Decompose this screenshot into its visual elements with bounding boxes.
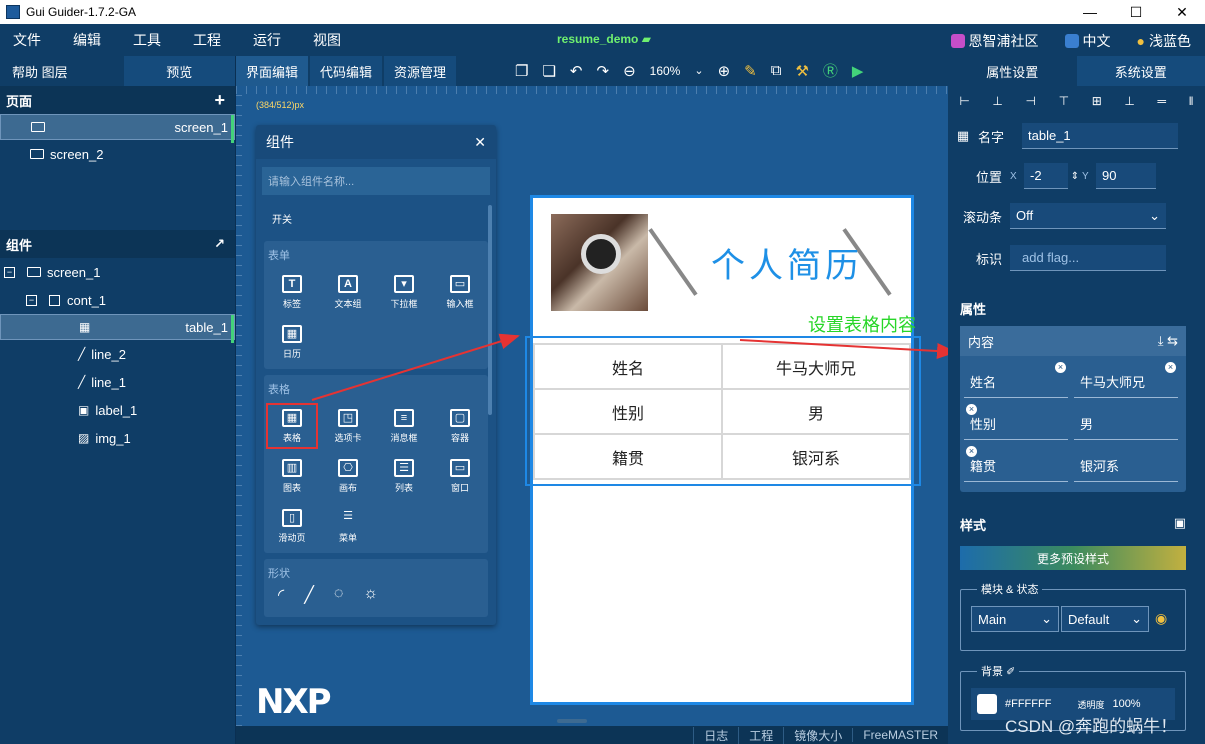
align-middle-icon[interactable]: ⊞ [1092,94,1102,108]
style-header: 样式 ▣ [960,515,1186,534]
cell-text: 姓名 [970,375,997,390]
chevron-down-icon: ⌄ [1131,611,1142,626]
module-state-group: 模块 & 状态 Main ⌄ Default ⌄ ◉ [960,581,1186,651]
position-label: 位置 [975,169,1002,185]
scrollbar-label: 滚动条 [962,209,1002,225]
remove-icon[interactable]: × [1055,362,1066,373]
arrow-to-content [739,339,957,359]
tab-system-settings[interactable]: 系统设置 [1076,56,1205,86]
opacity-label: 透明度 [1077,699,1105,710]
align-toolbar: ⊢ ⊥ ⊣ ⊤ ⊞ ⊥ ═ ‖ [948,86,1205,116]
content-cell[interactable]: × 牛马大师兄 [1074,360,1178,398]
align-bottom-icon[interactable]: ⊥ [1124,94,1134,108]
y-label: Y [1082,170,1089,182]
background-legend-text: 背景 [981,666,1003,678]
name-label: 名字 [978,129,1005,145]
cell-text: 牛马大师兄 [1080,375,1146,390]
add-row-col-icons[interactable]: ⤓ ⇆ [1158,333,1178,349]
arrow-to-table [311,333,520,401]
state-select[interactable]: Default ⌄ [1061,606,1149,632]
background-legend: 背景 ✐ [977,663,1020,679]
watermark: CSDN @奔跑的蜗牛！ [1005,717,1178,736]
name-field[interactable]: table_1 [1022,123,1178,149]
align-top-icon[interactable]: ⊤ [1059,94,1069,108]
color-swatch[interactable] [977,694,997,714]
align-left-icon[interactable]: ⊢ [959,94,969,108]
scrollbar-row: 滚动条 Off ⌄ [948,201,1205,231]
remove-icon[interactable]: × [966,404,977,415]
flag-row: 标识 add flag... [948,243,1205,273]
scrollbar-value: Off [1016,208,1034,223]
annotation-text: 设置表格内容 [808,315,916,335]
x-field[interactable]: -2 [1024,163,1068,189]
eye-icon[interactable]: ◉ [1151,606,1171,632]
name-row: ▦ 名字 table_1 [948,121,1205,151]
opacity-value[interactable]: 100% [1112,698,1140,710]
distribute-v-icon[interactable]: ‖ [1189,94,1194,108]
content-cell[interactable]: × 性别 [964,402,1068,440]
chevron-down-icon: ⌄ [1041,611,1052,626]
cell-text: 男 [1080,417,1094,432]
content-cell[interactable]: 银河系 [1074,444,1178,482]
position-row: 位置 X -2 ⇕ Y 90 [948,161,1205,191]
flag-label: 标识 [975,251,1002,267]
content-title: 内容 [968,334,995,350]
status-image-size[interactable]: 镜像大小 [783,726,852,744]
state-value: Default [1068,611,1110,627]
scrollbar-select[interactable]: Off ⌄ [1010,203,1166,229]
content-cell[interactable]: × 姓名 [964,360,1068,398]
module-value: Main [978,611,1007,627]
status-project[interactable]: 工程 [738,726,783,744]
content-cell[interactable]: × 籍贯 [964,444,1068,482]
remove-icon[interactable]: × [966,446,977,457]
stepper-icon[interactable]: ⇕ [1068,171,1082,182]
content-editor: 内容 ⤓ ⇆ × 姓名 × 牛马大师兄 × 性别 男 × 籍贯 银河系 [960,326,1186,492]
content-cell[interactable]: 男 [1074,402,1178,440]
align-right-icon[interactable]: ⊣ [1026,94,1036,108]
y-field[interactable]: 90 [1096,163,1156,189]
module-select[interactable]: Main ⌄ [971,606,1059,632]
bg-color-value[interactable]: #FFFFFF [1005,698,1051,710]
status-log[interactable]: 日志 [693,726,738,744]
x-label: X [1010,170,1017,182]
remove-icon[interactable]: × [1165,362,1176,373]
cell-text: 银河系 [1080,459,1120,474]
table-icon: ▦ [956,128,970,143]
module-state-legend: 模块 & 状态 [977,581,1043,597]
status-bar: 日志 工程 镜像大小 FreeMASTER [236,726,948,744]
tab-properties[interactable]: 属性设置 [948,56,1077,86]
flag-input[interactable]: add flag... [1010,245,1166,271]
cell-text: 性别 [970,417,997,432]
canvas-resize-handle[interactable] [557,719,587,723]
save-style-icon[interactable]: ▣ [1174,515,1186,534]
nxp-logo: NXP [256,682,332,722]
chevron-down-icon: ⌄ [1149,207,1160,223]
more-presets-button[interactable]: 更多预设样式 [960,546,1186,570]
attributes-title: 属性 [960,302,987,317]
cell-text: 籍贯 [970,459,997,474]
align-center-h-icon[interactable]: ⊥ [992,94,1002,108]
distribute-h-icon[interactable]: ═ [1157,94,1166,108]
status-freemaster[interactable]: FreeMASTER [852,728,948,742]
paint-bucket-icon: ✐ [1006,666,1016,678]
style-title: 样式 [960,518,987,533]
